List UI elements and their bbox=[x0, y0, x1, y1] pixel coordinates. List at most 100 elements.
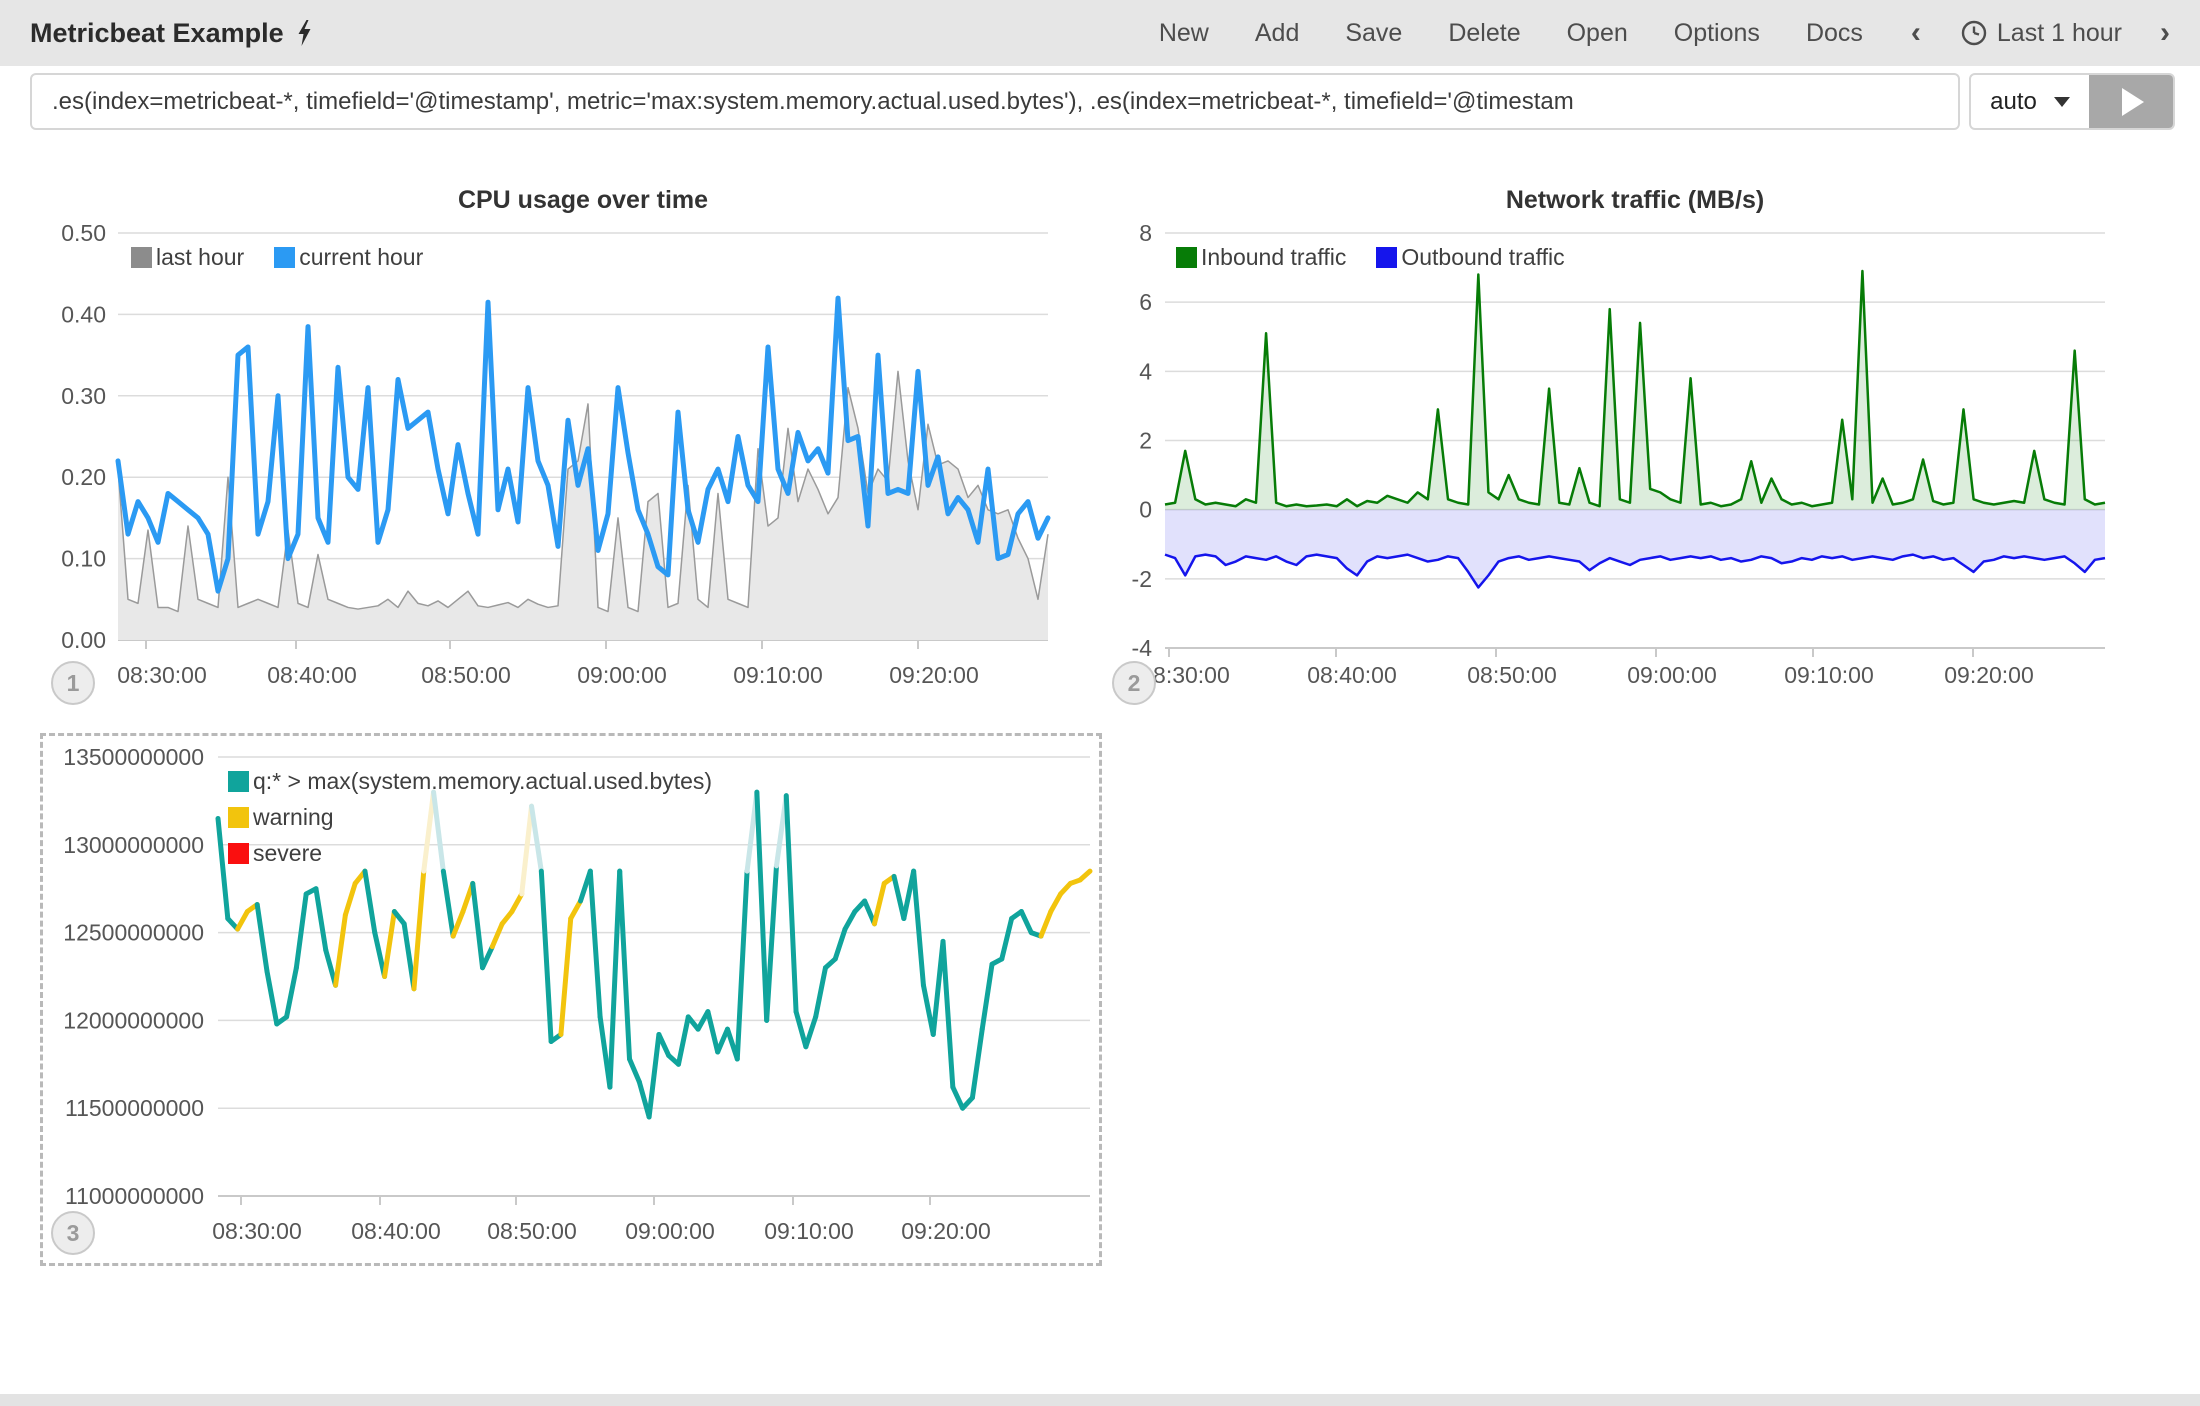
series-segment bbox=[835, 929, 845, 959]
series-segment bbox=[287, 968, 297, 1017]
legend-label: q:* > max(system.memory.actual.used.byte… bbox=[253, 768, 712, 795]
chart2-number-badge: 2 bbox=[1112, 661, 1156, 705]
legend-item: Outbound traffic bbox=[1376, 244, 1564, 271]
chart1-legend: last hour current hour bbox=[131, 244, 423, 271]
x-tick-label: 08:30:00 bbox=[212, 1218, 302, 1244]
legend-label: last hour bbox=[156, 244, 244, 271]
y-tick-label: 11500000000 bbox=[65, 1095, 204, 1121]
y-tick-label: 8 bbox=[1139, 220, 1152, 246]
network-traffic-chart[interactable]: 86420-2-408:30:0008:40:0008:50:0009:00:0… bbox=[1132, 220, 2105, 688]
cpu-usage-chart[interactable]: 0.500.400.300.200.100.0008:30:0008:40:00… bbox=[61, 220, 1048, 688]
x-tick-label: 08:40:00 bbox=[1307, 662, 1397, 688]
x-tick-label: 09:00:00 bbox=[1627, 662, 1717, 688]
series-segment bbox=[267, 971, 277, 1024]
y-tick-label: 12000000000 bbox=[63, 1007, 204, 1033]
series-segment bbox=[816, 968, 826, 1017]
x-tick-label: 08:50:00 bbox=[487, 1218, 577, 1244]
x-tick-label: 08:40:00 bbox=[351, 1218, 441, 1244]
x-tick-label: 08:50:00 bbox=[1467, 662, 1557, 688]
legend-label: warning bbox=[253, 804, 334, 831]
series-segment bbox=[571, 901, 581, 919]
series-segment bbox=[561, 919, 571, 1035]
x-tick-label: 08:30:00 bbox=[117, 662, 207, 688]
horizontal-scrollbar[interactable] bbox=[0, 1394, 2200, 1406]
y-tick-label: 2 bbox=[1139, 428, 1152, 454]
legend-swatch-icon bbox=[274, 247, 295, 268]
series-segment bbox=[796, 1012, 806, 1047]
series-segment bbox=[296, 894, 306, 968]
y-tick-label: 0.50 bbox=[61, 220, 106, 246]
y-tick-label: 0 bbox=[1139, 497, 1152, 523]
y-tick-label: -2 bbox=[1132, 566, 1152, 592]
x-tick-label: 09:00:00 bbox=[577, 662, 667, 688]
series-segment bbox=[316, 889, 326, 950]
series-area bbox=[1165, 510, 2105, 588]
x-tick-label: 08:40:00 bbox=[267, 662, 357, 688]
chart3-number-badge: 3 bbox=[51, 1211, 95, 1255]
series-segment bbox=[786, 796, 796, 1012]
legend-swatch-icon bbox=[1176, 247, 1197, 268]
series-segment bbox=[345, 883, 355, 915]
x-tick-label: 09:20:00 bbox=[889, 662, 979, 688]
series-segment bbox=[218, 818, 228, 918]
x-tick-label: 09:10:00 bbox=[1784, 662, 1874, 688]
y-tick-label: 0.40 bbox=[61, 301, 106, 327]
series-segment bbox=[953, 1087, 963, 1108]
legend-label: Outbound traffic bbox=[1401, 244, 1564, 271]
series-segment bbox=[767, 866, 777, 1021]
y-tick-label: 0.00 bbox=[61, 627, 106, 653]
y-tick-label: 0.30 bbox=[61, 383, 106, 409]
series-segment bbox=[649, 1034, 659, 1117]
series-segment bbox=[914, 871, 924, 985]
series-segment bbox=[492, 924, 502, 947]
series-segment bbox=[1051, 894, 1061, 912]
series-segment bbox=[443, 871, 453, 936]
series-segment bbox=[1002, 919, 1012, 959]
series-segment bbox=[620, 871, 630, 1059]
chart2-title: Network traffic (MB/s) bbox=[1165, 186, 2105, 215]
legend-swatch-icon bbox=[1376, 247, 1397, 268]
x-tick-label: 09:00:00 bbox=[625, 1218, 715, 1244]
series-segment bbox=[678, 1017, 688, 1064]
series-segment bbox=[708, 1012, 718, 1052]
series-segment bbox=[336, 915, 346, 985]
series-segment bbox=[1080, 871, 1090, 880]
y-tick-label: 13500000000 bbox=[63, 744, 204, 770]
legend-item: warning bbox=[228, 804, 334, 831]
y-tick-label: 11000000000 bbox=[65, 1183, 204, 1209]
series-segment bbox=[365, 871, 375, 932]
series-segment bbox=[806, 1017, 816, 1047]
series-segment bbox=[894, 876, 904, 918]
y-tick-label: 4 bbox=[1139, 358, 1152, 384]
x-tick-label: 09:10:00 bbox=[764, 1218, 854, 1244]
y-tick-label: 12500000000 bbox=[63, 920, 204, 946]
series-segment bbox=[541, 871, 551, 1041]
legend-item: q:* > max(system.memory.actual.used.byte… bbox=[228, 768, 712, 795]
legend-label: current hour bbox=[299, 244, 423, 271]
series-segment bbox=[483, 947, 493, 968]
legend-swatch-icon bbox=[228, 771, 249, 792]
series-segment bbox=[757, 792, 767, 1020]
series-segment bbox=[737, 871, 747, 1059]
series-segment bbox=[874, 883, 884, 923]
series-segment bbox=[972, 1029, 982, 1097]
chart1-title: CPU usage over time bbox=[118, 186, 1048, 215]
chart1-number-badge: 1 bbox=[51, 661, 95, 705]
legend-swatch-icon bbox=[131, 247, 152, 268]
y-tick-label: 6 bbox=[1139, 289, 1152, 315]
series-segment bbox=[512, 894, 522, 912]
series-segment bbox=[943, 941, 953, 1087]
series-segment bbox=[845, 912, 855, 930]
legend-label: Inbound traffic bbox=[1201, 244, 1346, 271]
legend-label: severe bbox=[253, 840, 322, 867]
chart2-legend: Inbound traffic Outbound traffic bbox=[1176, 244, 1565, 271]
legend-swatch-icon bbox=[228, 807, 249, 828]
series-segment bbox=[630, 1059, 640, 1082]
series-segment bbox=[238, 912, 248, 930]
series-segment bbox=[659, 1034, 669, 1055]
y-tick-label: 13000000000 bbox=[63, 832, 204, 858]
series-segment bbox=[610, 871, 620, 1087]
series-segment bbox=[473, 883, 483, 967]
chart3-legend: q:* > max(system.memory.actual.used.byte… bbox=[228, 768, 712, 867]
series-segment bbox=[1021, 912, 1031, 933]
